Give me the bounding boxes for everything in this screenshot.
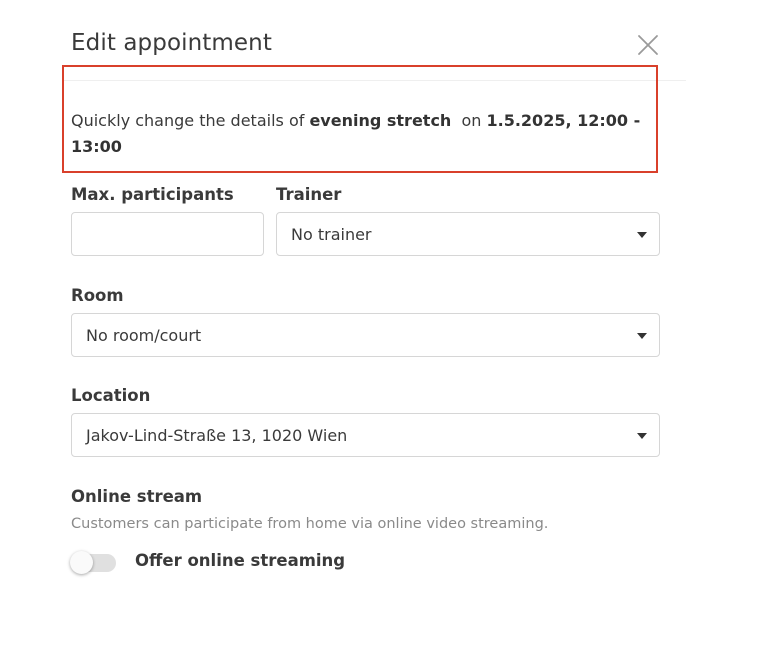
max-participants-label: Max. participants <box>71 185 234 204</box>
online-stream-hint: Customers can participate from home via … <box>71 516 549 532</box>
room-select-value: No room/court <box>86 326 202 345</box>
max-participants-input[interactable] <box>72 213 263 255</box>
location-select[interactable]: Jakov-Lind-Straße 13, 1020 Wien <box>71 413 660 457</box>
intro-text: Quickly change the details of evening st… <box>71 108 641 160</box>
chevron-down-icon <box>637 433 647 439</box>
online-streaming-toggle-label[interactable]: Offer online streaming <box>135 551 345 570</box>
room-label: Room <box>71 286 124 305</box>
chevron-down-icon <box>637 232 647 238</box>
max-participants-field-wrapper <box>71 212 264 256</box>
trainer-select[interactable]: No trainer <box>276 212 660 256</box>
location-select-value: Jakov-Lind-Straße 13, 1020 Wien <box>86 426 348 445</box>
trainer-label: Trainer <box>276 185 342 204</box>
dialog-title: Edit appointment <box>71 30 272 56</box>
location-label: Location <box>71 386 151 405</box>
chevron-down-icon <box>637 333 647 339</box>
close-button[interactable] <box>636 33 660 57</box>
intro-prefix: Quickly change the details of <box>71 111 310 130</box>
online-streaming-toggle[interactable] <box>70 551 116 574</box>
intro-middle: on <box>451 111 487 130</box>
room-select[interactable]: No room/court <box>71 313 660 357</box>
toggle-knob <box>70 551 93 574</box>
trainer-select-value: No trainer <box>291 225 372 244</box>
edit-appointment-dialog: Edit appointment Quickly change the deta… <box>0 0 782 662</box>
intro-course-name: evening stretch <box>309 111 452 130</box>
online-stream-label: Online stream <box>71 487 203 506</box>
close-icon <box>638 35 658 55</box>
